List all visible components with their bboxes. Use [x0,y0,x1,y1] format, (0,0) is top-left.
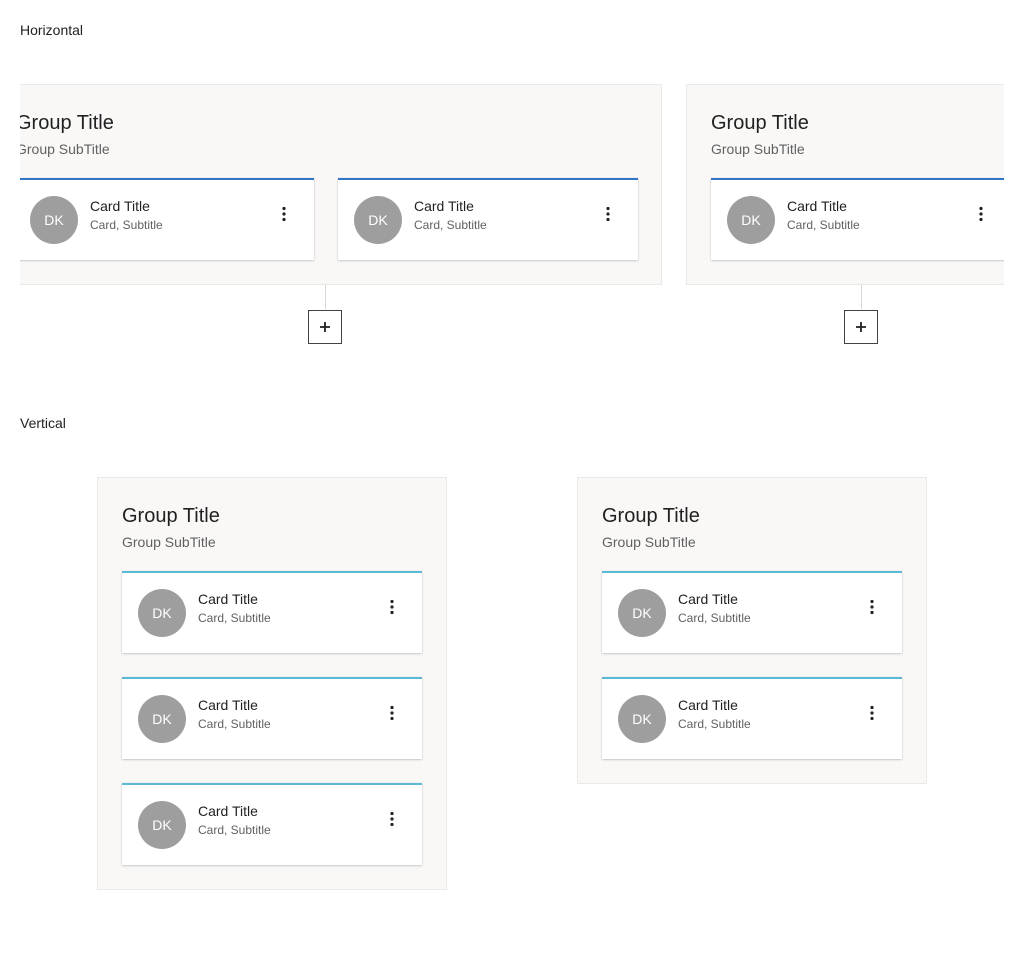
avatar: DK [354,196,402,244]
card-subtitle: Card, Subtitle [678,717,751,731]
group-title: Group Title [711,112,809,134]
card-title: Card Title [787,198,847,214]
card[interactable]: DK Card Title Card, Subtitle [122,571,422,653]
group-subtitle: Group SubTitle [122,534,216,550]
card-title: Card Title [90,198,150,214]
group-horizontal-2: Group Title Group SubTitle DK Card Title… [686,84,1004,285]
avatar: DK [30,196,78,244]
card-subtitle: Card, Subtitle [198,717,271,731]
connector-line [325,285,326,309]
more-vert-icon[interactable] [864,599,880,615]
more-vert-icon[interactable] [276,206,292,222]
more-vert-icon[interactable] [384,599,400,615]
section-label-horizontal: Horizontal [20,22,84,38]
card-subtitle: Card, Subtitle [787,218,860,232]
group-subtitle: Group SubTitle [602,534,696,550]
connector-line [861,285,862,309]
avatar: DK [727,196,775,244]
group-title: Group Title [20,112,114,134]
avatar: DK [138,589,186,637]
group-title: Group Title [602,505,700,527]
group-horizontal-1: Group Title Group SubTitle DK Card Title… [20,84,662,285]
card[interactable]: DK Card Title Card, Subtitle [338,178,638,260]
add-card-button[interactable] [844,310,878,344]
group-subtitle: Group SubTitle [20,141,110,157]
group-vertical-1: Group Title Group SubTitle DK Card Title… [97,477,447,890]
card-subtitle: Card, Subtitle [90,218,163,232]
avatar: DK [138,695,186,743]
card-title: Card Title [198,591,258,607]
card-subtitle: Card, Subtitle [414,218,487,232]
plus-icon [856,322,866,332]
group-vertical-2: Group Title Group SubTitle DK Card Title… [577,477,927,784]
more-vert-icon[interactable] [600,206,616,222]
group-title: Group Title [122,505,220,527]
plus-icon [320,322,330,332]
card[interactable]: DK Card Title Card, Subtitle [122,783,422,865]
horizontal-canvas: Group Title Group SubTitle DK Card Title… [20,60,1004,360]
card-title: Card Title [678,591,738,607]
card[interactable]: DK Card Title Card, Subtitle [122,677,422,759]
group-subtitle: Group SubTitle [711,141,805,157]
card-title: Card Title [678,697,738,713]
card-title: Card Title [414,198,474,214]
more-vert-icon[interactable] [973,206,989,222]
card[interactable]: DK Card Title Card, Subtitle [20,178,314,260]
card-subtitle: Card, Subtitle [198,611,271,625]
add-card-button[interactable] [308,310,342,344]
card-title: Card Title [198,697,258,713]
card[interactable]: DK Card Title Card, Subtitle [602,677,902,759]
card-title: Card Title [198,803,258,819]
card[interactable]: DK Card Title Card, Subtitle [711,178,1004,260]
avatar: DK [618,695,666,743]
avatar: DK [138,801,186,849]
more-vert-icon[interactable] [384,705,400,721]
section-label-vertical: Vertical [20,415,66,431]
more-vert-icon[interactable] [384,811,400,827]
more-vert-icon[interactable] [864,705,880,721]
card[interactable]: DK Card Title Card, Subtitle [602,571,902,653]
card-subtitle: Card, Subtitle [198,823,271,837]
avatar: DK [618,589,666,637]
card-subtitle: Card, Subtitle [678,611,751,625]
